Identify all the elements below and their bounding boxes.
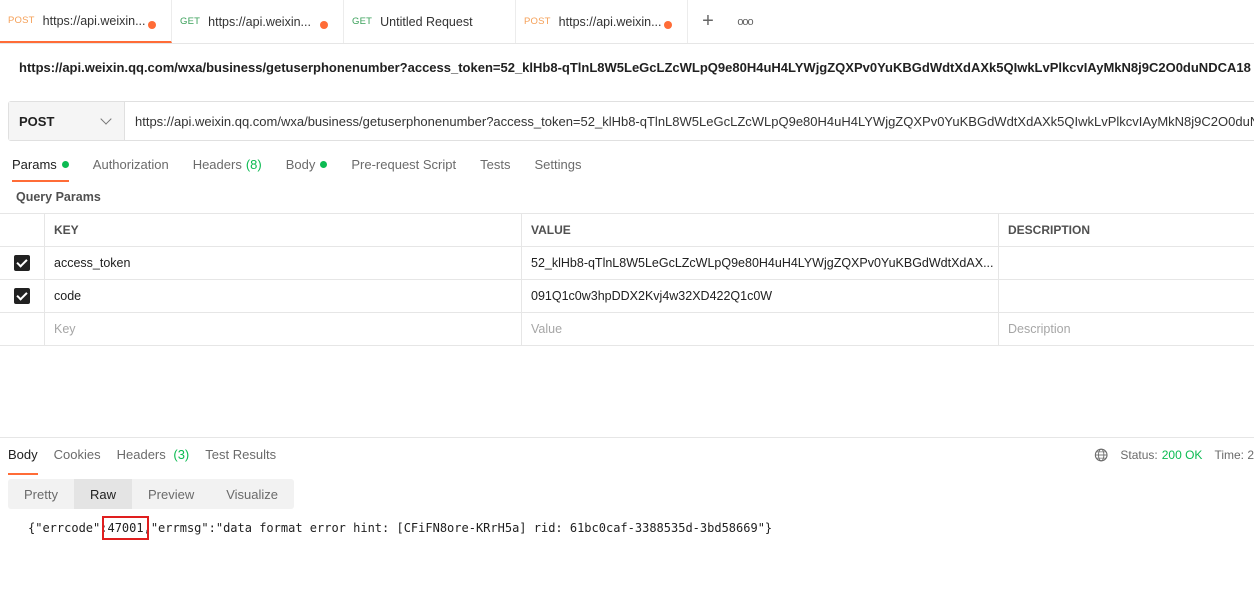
request-tab-1[interactable]: POST https://api.weixin... xyxy=(0,0,172,43)
tab-settings-label: Settings xyxy=(534,157,582,172)
column-header-key: KEY xyxy=(45,214,522,246)
tab-method: POST xyxy=(524,16,551,27)
response-tab-cookies[interactable]: Cookies xyxy=(54,447,101,469)
status-value[interactable]: 200 OK xyxy=(1162,448,1203,462)
param-enabled-checkbox[interactable] xyxy=(14,255,30,271)
new-param-key-input[interactable]: Key xyxy=(45,313,522,345)
row-check-cell xyxy=(0,313,45,345)
tab-headers-label: Headers xyxy=(192,157,242,172)
request-tab-4[interactable]: POST https://api.weixin... xyxy=(516,0,688,43)
headers-count-badge: (8) xyxy=(245,157,262,172)
response-status-bar: Status: 200 OK Time: 2 xyxy=(1094,447,1254,463)
request-tab-bar: POST https://api.weixin... GET https://a… xyxy=(0,0,1254,44)
time-label[interactable]: Time: 2 xyxy=(1214,448,1254,462)
has-content-dot-icon xyxy=(61,161,69,168)
tab-tests[interactable]: Tests xyxy=(480,157,510,181)
param-description-cell[interactable] xyxy=(999,280,1254,312)
network-globe-icon[interactable] xyxy=(1094,447,1108,463)
column-header-description: DESCRIPTION xyxy=(1008,223,1091,237)
tab-method: GET xyxy=(180,16,201,27)
unsaved-dot-icon xyxy=(148,21,156,29)
tab-authorization[interactable]: Authorization xyxy=(93,157,169,181)
tab-url: https://api.weixin... xyxy=(42,13,146,28)
param-enabled-checkbox[interactable] xyxy=(14,288,30,304)
tab-prerequest-label: Pre-request Script xyxy=(351,157,457,172)
more-tabs-icon[interactable]: ooo xyxy=(728,0,762,43)
table-row: access_token 52_klHb8-qTlnL8W5LeGcLZcWLp… xyxy=(0,247,1254,280)
column-header-value: VALUE xyxy=(522,214,999,246)
param-description-cell[interactable] xyxy=(999,247,1254,279)
view-mode-pretty[interactable]: Pretty xyxy=(8,479,74,509)
new-param-description-input[interactable]: Description xyxy=(999,313,1254,345)
new-param-value-input[interactable]: Value xyxy=(522,313,999,345)
query-params-table: KEY VALUE DESCRIPTION access_token 52_kl… xyxy=(0,213,1254,346)
param-key-cell[interactable]: access_token xyxy=(45,247,522,279)
tab-method: POST xyxy=(8,15,35,26)
query-params-heading: Query Params xyxy=(16,190,101,204)
request-tab-2[interactable]: GET https://api.weixin... xyxy=(172,0,344,43)
response-body[interactable]: {"errcode":47001,"errmsg":"data format e… xyxy=(28,516,773,540)
response-tab-body[interactable]: Body xyxy=(8,447,38,475)
param-key-cell[interactable]: code xyxy=(45,280,522,312)
tab-url: https://api.weixin... xyxy=(208,14,311,29)
highlighted-errcode: 47001 xyxy=(102,516,149,540)
unsaved-dot-icon xyxy=(320,21,328,29)
method-select-value: POST xyxy=(19,113,55,129)
response-body-suffix: ,"errmsg":"data format error hint: [CFiF… xyxy=(143,521,773,535)
tab-authorization-label: Authorization xyxy=(92,157,169,172)
tab-params-label: Params xyxy=(12,157,57,172)
tab-headers[interactable]: Headers (8) xyxy=(193,157,262,181)
tab-method: GET xyxy=(352,16,373,27)
table-header-row: KEY VALUE DESCRIPTION xyxy=(0,214,1254,247)
unsaved-dot-icon xyxy=(664,21,672,29)
response-tabs: Body Cookies Headers (3) Test Results xyxy=(8,447,292,475)
table-row-new: Key Value Description xyxy=(0,313,1254,346)
view-mode-visualize[interactable]: Visualize xyxy=(210,479,294,509)
request-url-bar: POST https://api.weixin.qq.com/wxa/busin… xyxy=(8,101,1254,141)
tab-url: Untitled Request xyxy=(380,14,473,29)
param-value-cell[interactable]: 091Q1c0w3hpDDX2Kvj4w32XD422Q1c0W xyxy=(522,280,999,312)
response-view-modes: Pretty Raw Preview Visualize xyxy=(8,479,295,509)
request-config-tabs: Params Authorization Headers (8) Body Pr… xyxy=(12,157,605,182)
request-title[interactable]: https://api.weixin.qq.com/wxa/business/g… xyxy=(19,60,1251,75)
param-value-cell[interactable]: 52_klHb8-qTlnL8W5LeGcLZcWLpQ9e80H4uH4LYW… xyxy=(522,247,999,279)
has-content-dot-icon xyxy=(320,161,328,168)
tab-prerequest-script[interactable]: Pre-request Script xyxy=(351,157,456,181)
tab-body[interactable]: Body xyxy=(286,157,328,181)
tab-params[interactable]: Params xyxy=(12,157,69,182)
url-input[interactable]: https://api.weixin.qq.com/wxa/business/g… xyxy=(125,102,1254,140)
request-tab-3[interactable]: GET Untitled Request xyxy=(344,0,516,43)
new-tab-plus-icon[interactable]: + xyxy=(688,0,728,43)
row-check-cell xyxy=(0,247,45,279)
chevron-down-icon xyxy=(100,113,112,125)
tab-body-label: Body xyxy=(285,157,316,172)
response-tab-headers-label: Headers xyxy=(116,447,166,462)
row-check-cell xyxy=(0,280,45,312)
tab-tests-label: Tests xyxy=(480,157,511,172)
response-body-prefix: {"errcode": xyxy=(28,521,108,535)
tab-url: https://api.weixin... xyxy=(558,14,662,29)
status-label: Status: xyxy=(1120,448,1158,462)
method-select[interactable]: POST xyxy=(9,102,125,140)
table-row: code 091Q1c0w3hpDDX2Kvj4w32XD422Q1c0W xyxy=(0,280,1254,313)
response-tab-headers[interactable]: Headers (3) xyxy=(117,447,190,469)
view-mode-raw[interactable]: Raw xyxy=(73,479,132,509)
view-mode-preview[interactable]: Preview xyxy=(132,479,210,509)
response-divider[interactable] xyxy=(0,437,1254,438)
response-headers-count-badge: (3) xyxy=(173,447,190,462)
response-tab-test-results[interactable]: Test Results xyxy=(205,447,276,469)
tab-settings[interactable]: Settings xyxy=(534,157,581,181)
header-check-cell xyxy=(0,214,45,246)
